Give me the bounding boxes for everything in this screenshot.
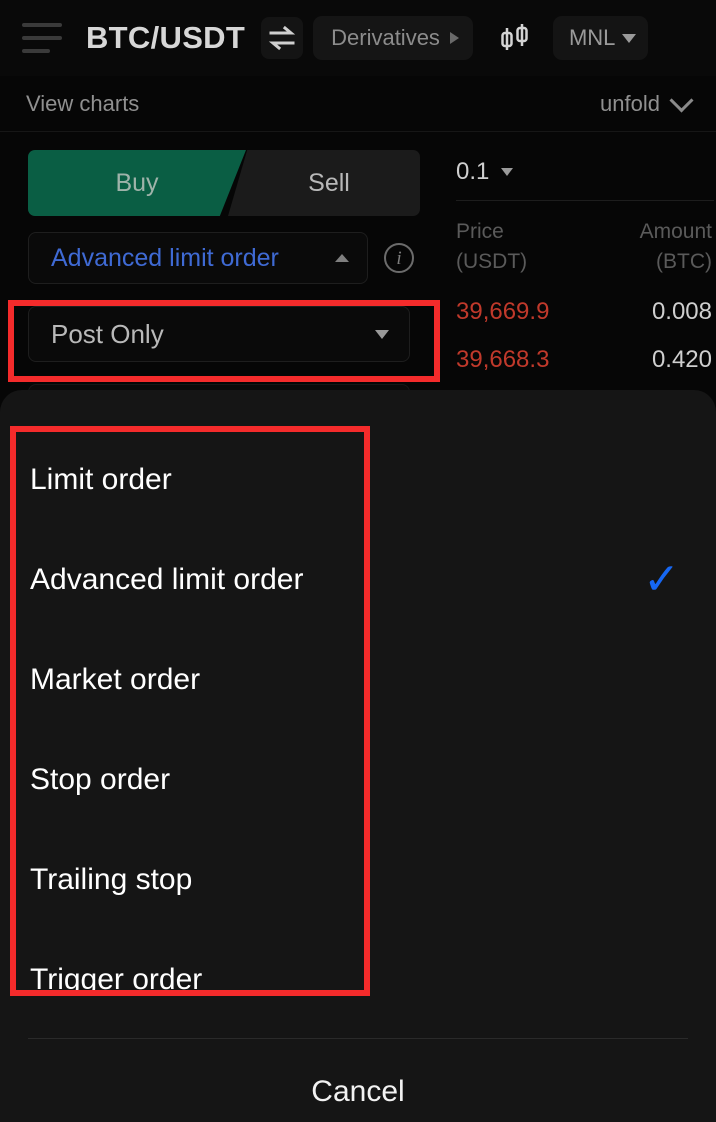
time-in-force-value: Post Only	[51, 318, 164, 349]
caret-down-icon	[501, 168, 514, 176]
price-header-line1: Price	[456, 220, 504, 243]
order-book-row[interactable]: 39,668.3 0.420	[452, 346, 716, 374]
list-item[interactable]: Trailing stop	[0, 830, 716, 930]
time-in-force-row: Post Only	[28, 306, 440, 362]
list-item[interactable]: Stop order	[0, 730, 716, 830]
order-type-value: Advanced limit order	[51, 243, 279, 272]
unfold-label: unfold	[600, 90, 660, 116]
caret-up-icon	[335, 254, 349, 262]
market-type-chip[interactable]: Derivatives	[313, 16, 473, 60]
sell-tab-label: Sell	[308, 168, 350, 197]
list-item-label: Stop order	[30, 763, 171, 796]
cancel-button[interactable]: Cancel	[0, 1049, 716, 1122]
chevron-down-icon	[669, 87, 694, 113]
time-in-force-select[interactable]: Post Only	[28, 306, 410, 362]
list-item[interactable]: Trigger order	[0, 930, 716, 1030]
ask-amount: 0.008	[651, 297, 712, 325]
candlestick-chart-icon[interactable]	[491, 15, 539, 61]
list-item-label: Limit order	[30, 463, 172, 496]
list-item[interactable]: Limit order	[0, 430, 716, 530]
list-item-label: Advanced limit order	[30, 563, 304, 596]
caret-down-icon	[622, 33, 637, 43]
list-item-label: Trailing stop	[30, 863, 193, 896]
list-item[interactable]: Market order	[0, 630, 716, 730]
order-book-header: Price (USDT) Amount (BTC)	[452, 217, 716, 278]
amount-column-header: Amount (BTC)	[640, 217, 712, 278]
divider	[456, 200, 714, 201]
ask-price: 39,668.3	[456, 345, 550, 373]
hamburger-line-1	[22, 23, 62, 27]
hamburger-icon[interactable]	[14, 15, 76, 61]
price-header-line2: (USDT)	[456, 250, 528, 274]
buy-tab-label: Buy	[115, 168, 159, 197]
swap-arrows-icon[interactable]	[261, 17, 304, 59]
list-item[interactable]: Advanced limit order ✓	[0, 530, 716, 630]
checkmark-icon: ✓	[643, 555, 680, 604]
buy-tab[interactable]: Buy	[28, 150, 246, 216]
app-root: BTC/USDT Derivatives MNL View charts unf…	[0, 0, 716, 1122]
amount-header-line2: (BTC)	[656, 250, 712, 274]
list-item-label: Trigger order	[30, 963, 203, 996]
ask-amount: 0.420	[651, 345, 712, 373]
info-circle-icon[interactable]: i	[384, 243, 414, 273]
list-item-label: Market order	[30, 663, 201, 696]
buy-sell-tabs: Buy Sell	[28, 150, 420, 216]
hamburger-line-2	[22, 36, 62, 40]
order-type-select[interactable]: Advanced limit order	[28, 232, 368, 284]
price-column-header: Price (USDT)	[456, 217, 527, 278]
view-charts-label: View charts	[26, 90, 140, 116]
divider	[28, 1038, 688, 1039]
unfold-control[interactable]: unfold	[600, 87, 694, 117]
sell-tab[interactable]: Sell	[228, 150, 420, 216]
market-type-label: Derivatives	[331, 25, 440, 50]
caret-down-icon	[375, 329, 389, 339]
order-book: 0.1 Price (USDT) Amount (BTC) 39,669.9 0…	[452, 158, 716, 422]
amount-header-line1: Amount	[639, 220, 712, 243]
cancel-button-label: Cancel	[311, 1075, 405, 1108]
depth-value: 0.1	[456, 158, 490, 185]
trading-pair-title[interactable]: BTC/USDT	[86, 20, 245, 56]
caret-right-icon	[449, 32, 459, 44]
depth-selector[interactable]: 0.1	[452, 158, 716, 186]
order-type-list: Limit order Advanced limit order ✓ Marke…	[0, 390, 716, 1030]
info-glyph: i	[396, 247, 402, 269]
ask-price: 39,669.9	[456, 297, 550, 325]
top-header: BTC/USDT Derivatives MNL	[0, 0, 716, 76]
order-type-bottom-sheet: Limit order Advanced limit order ✓ Marke…	[0, 390, 716, 1122]
hamburger-line-3	[22, 49, 50, 53]
region-selector-chip[interactable]: MNL	[552, 16, 649, 60]
view-charts-bar[interactable]: View charts unfold	[0, 76, 716, 132]
order-book-row[interactable]: 39,669.9 0.008	[452, 298, 716, 326]
region-label: MNL	[568, 25, 616, 50]
order-type-row: Advanced limit order i	[28, 232, 440, 284]
